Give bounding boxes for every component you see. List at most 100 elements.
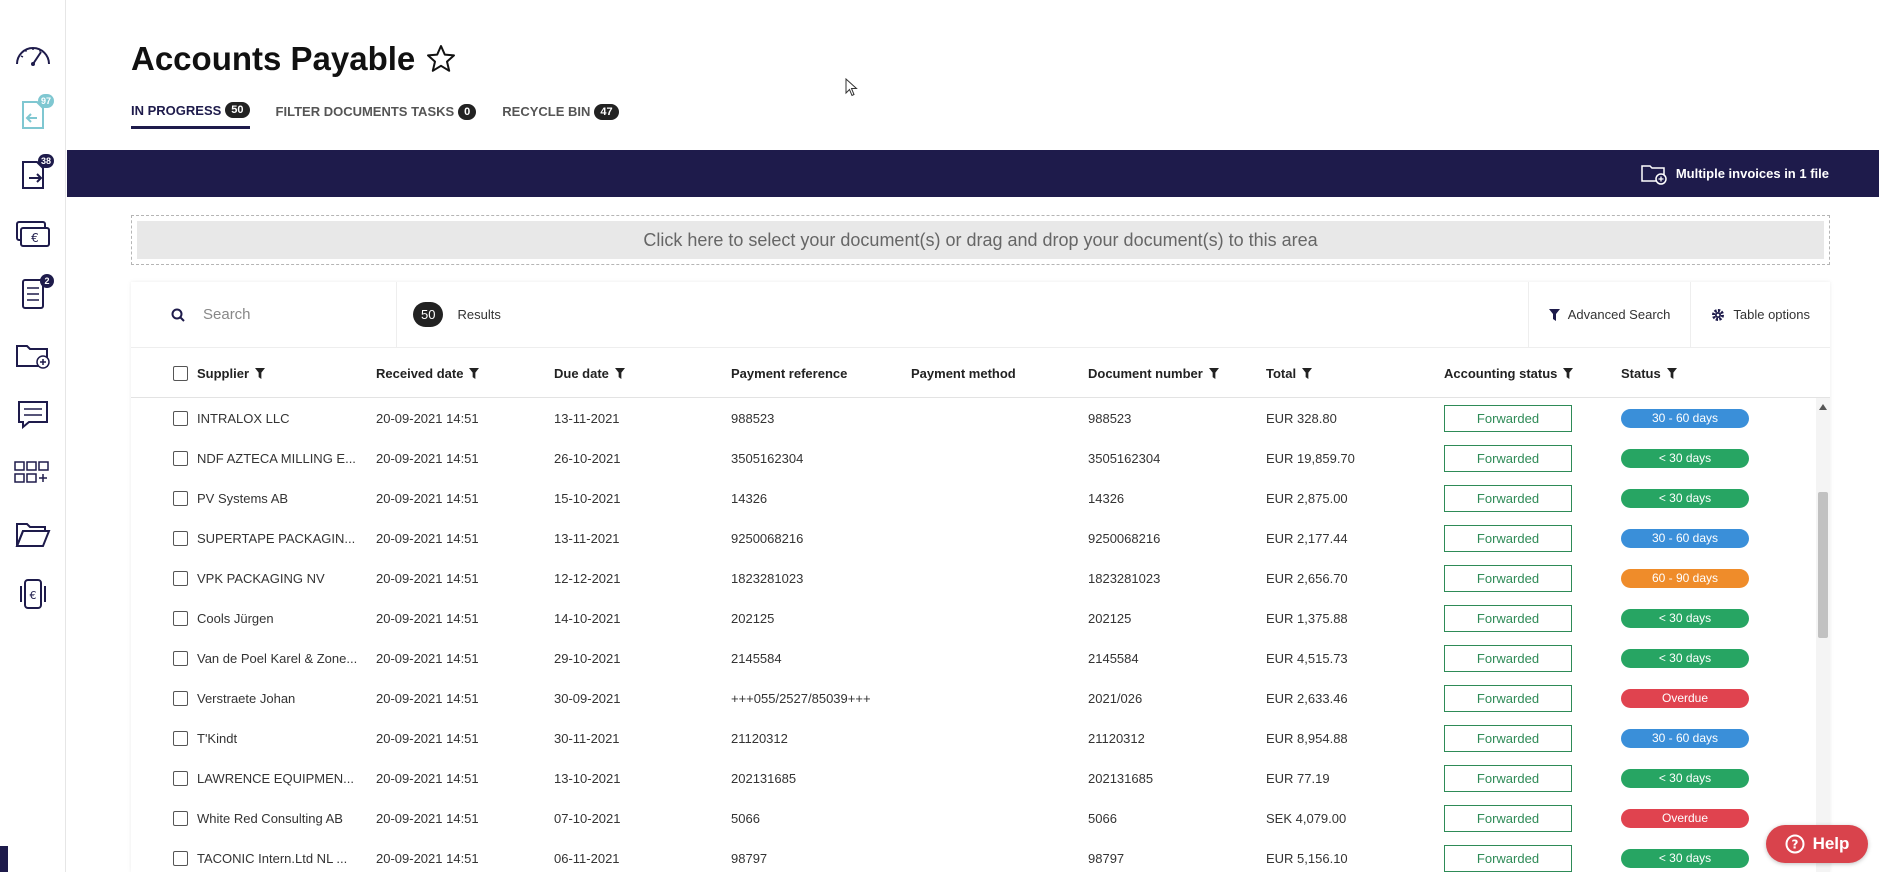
total-cell: SEK 4,079.00 bbox=[1266, 810, 1347, 826]
row-checkbox[interactable] bbox=[173, 770, 188, 786]
sidebar-item-dashboard[interactable] bbox=[8, 32, 58, 76]
accounting-status-badge[interactable]: Forwarded bbox=[1444, 724, 1572, 752]
scrollbar-thumb[interactable] bbox=[1818, 492, 1828, 638]
payment-reference-cell: 9250068216 bbox=[731, 530, 804, 546]
filter-icon[interactable] bbox=[1666, 367, 1677, 379]
accounting-status-badge[interactable]: Forwarded bbox=[1444, 684, 1572, 712]
row-checkbox[interactable] bbox=[173, 570, 188, 586]
column-total[interactable]: Total bbox=[1266, 348, 1313, 398]
accounting-status-badge[interactable]: Forwarded bbox=[1444, 644, 1572, 672]
accounting-status-badge[interactable]: Forwarded bbox=[1444, 564, 1572, 592]
sidebar-item-folder-add[interactable] bbox=[8, 332, 58, 376]
search-input[interactable] bbox=[203, 306, 363, 323]
sidebar-item-payments[interactable]: € bbox=[8, 212, 58, 256]
column-supplier[interactable]: Supplier bbox=[197, 348, 266, 398]
table-row[interactable]: LAWRENCE EQUIPMEN... 20-09-2021 14:51 13-1… bbox=[131, 758, 1812, 798]
accounting-status-badge[interactable]: Forwarded bbox=[1444, 844, 1572, 872]
row-checkbox[interactable] bbox=[173, 410, 188, 426]
row-checkbox[interactable] bbox=[173, 530, 188, 546]
column-label: Due date bbox=[554, 365, 609, 381]
tab-label: FILTER DOCUMENTS TASKS bbox=[275, 104, 455, 119]
help-button[interactable]: ? Help bbox=[1766, 825, 1868, 863]
column-received-date[interactable]: Received date bbox=[376, 348, 480, 398]
accounting-status-cell: Forwarded bbox=[1444, 478, 1572, 518]
accounting-status-badge[interactable]: Forwarded bbox=[1444, 404, 1572, 432]
filter-icon[interactable] bbox=[614, 367, 625, 379]
upload-dropzone[interactable]: Click here to select your document(s) or… bbox=[131, 215, 1830, 265]
table-row[interactable]: INTRALOX LLC 20-09-2021 14:51 13-11-2021 98… bbox=[131, 398, 1812, 438]
row-checkbox[interactable] bbox=[173, 850, 188, 866]
accounting-status-badge[interactable]: Forwarded bbox=[1444, 444, 1572, 472]
accounting-status-badge[interactable]: Forwarded bbox=[1444, 804, 1572, 832]
table-row[interactable]: Cools Jürgen 20-09-2021 14:51 14-10-2021 20… bbox=[131, 598, 1812, 638]
payment-reference-cell: 5066 bbox=[731, 810, 760, 826]
sidebar-item-euro-phone[interactable]: € bbox=[8, 572, 58, 616]
document-number-cell: 202131685 bbox=[1088, 770, 1154, 786]
table-row[interactable]: T'Kindt 20-09-2021 14:51 30-11-2021 2112031… bbox=[131, 718, 1812, 758]
row-checkbox[interactable] bbox=[173, 610, 188, 626]
table-options-button[interactable]: Table options bbox=[1690, 282, 1830, 347]
sidebar-item-messages[interactable] bbox=[8, 392, 58, 436]
tab-recycle-bin[interactable]: RECYCLE BIN 47 bbox=[502, 102, 619, 129]
table-row[interactable]: PV Systems AB 20-09-2021 14:51 15-10-2021 1… bbox=[131, 478, 1812, 518]
filter-icon[interactable] bbox=[255, 367, 266, 379]
sidebar-item-apps[interactable] bbox=[8, 452, 58, 496]
table-row[interactable]: Verstraete Johan 20-09-2021 14:51 30-09-20… bbox=[131, 678, 1812, 718]
row-checkbox[interactable] bbox=[173, 650, 188, 666]
column-due-date[interactable]: Due date bbox=[554, 348, 625, 398]
column-status[interactable]: Status bbox=[1621, 348, 1677, 398]
status-badge: < 30 days bbox=[1621, 488, 1749, 508]
row-checkbox[interactable] bbox=[173, 490, 188, 506]
filter-icon[interactable] bbox=[1208, 367, 1219, 379]
status-cell: 30 - 60 days bbox=[1621, 718, 1749, 758]
document-number-cell: 2145584 bbox=[1088, 650, 1139, 666]
table-row[interactable]: TACONIC Intern.Ltd NL ... 20-09-2021 14:5… bbox=[131, 838, 1812, 872]
accounting-status-badge[interactable]: Forwarded bbox=[1444, 524, 1572, 552]
accounting-status-badge[interactable]: Forwarded bbox=[1444, 484, 1572, 512]
multiple-invoices-label: Multiple invoices in 1 file bbox=[1675, 166, 1829, 181]
column-payment-method[interactable]: Payment method bbox=[911, 348, 1016, 398]
row-select-cell bbox=[173, 798, 188, 838]
accounting-status-cell: Forwarded bbox=[1444, 598, 1572, 638]
favorite-star-icon[interactable] bbox=[425, 43, 457, 75]
advanced-search-button[interactable]: Advanced Search bbox=[1527, 282, 1691, 347]
row-checkbox[interactable] bbox=[173, 450, 188, 466]
accounting-status-badge[interactable]: Forwarded bbox=[1444, 604, 1572, 632]
status-cell: Overdue bbox=[1621, 678, 1749, 718]
tab-filter-documents-tasks[interactable]: FILTER DOCUMENTS TASKS 0 bbox=[276, 102, 477, 129]
column-payment-reference[interactable]: Payment reference bbox=[731, 348, 847, 398]
table-row[interactable]: White Red Consulting AB 20-09-2021 14:51 0… bbox=[131, 798, 1812, 838]
table-row[interactable]: Van de Poel Karel & Zone... 20-09-2021 14… bbox=[131, 638, 1812, 678]
filter-icon[interactable] bbox=[1302, 367, 1313, 379]
table-row[interactable]: NDF AZTECA MILLING E... 20-09-2021 14:51 2… bbox=[131, 438, 1812, 478]
select-all-cell bbox=[173, 348, 188, 398]
accounting-status-badge[interactable]: Forwarded bbox=[1444, 764, 1572, 792]
column-label: Accounting status bbox=[1444, 365, 1558, 381]
row-select-cell bbox=[173, 398, 188, 438]
column-accounting-status[interactable]: Accounting status bbox=[1444, 348, 1574, 398]
row-checkbox[interactable] bbox=[173, 730, 188, 746]
sidebar-item-tasks[interactable]: 2 bbox=[8, 272, 58, 316]
sidebar-item-folder[interactable] bbox=[8, 512, 58, 556]
filter-icon[interactable] bbox=[469, 367, 480, 379]
row-checkbox[interactable] bbox=[173, 690, 188, 706]
dropzone-text[interactable]: Click here to select your document(s) or… bbox=[137, 221, 1824, 259]
table-row[interactable]: VPK PACKAGING NV 20-09-2021 14:51 12-12-20… bbox=[131, 558, 1812, 598]
sidebar-item-outgoing[interactable]: 38 bbox=[8, 152, 58, 196]
row-checkbox[interactable] bbox=[173, 810, 188, 826]
scroll-up-arrow-icon[interactable] bbox=[1819, 404, 1827, 410]
payment-reference-cell: 21120312 bbox=[731, 730, 788, 746]
help-label: Help bbox=[1812, 834, 1850, 853]
sidebar-item-incoming[interactable]: 97 bbox=[8, 92, 58, 136]
filter-icon[interactable] bbox=[1563, 367, 1574, 379]
svg-text:€: € bbox=[31, 231, 39, 245]
column-document-number[interactable]: Document number bbox=[1088, 348, 1219, 398]
tab-in-progress[interactable]: IN PROGRESS 50 bbox=[131, 102, 250, 129]
payment-reference-cell: 202125 bbox=[731, 610, 775, 626]
multiple-invoices-button[interactable]: Multiple invoices in 1 file bbox=[1640, 163, 1829, 185]
table-row[interactable]: SUPERTAPE PACKAGIN... 20-09-2021 14:51 13-… bbox=[131, 518, 1812, 558]
status-cell: 60 - 90 days bbox=[1621, 558, 1749, 598]
select-all-checkbox[interactable] bbox=[173, 365, 188, 381]
tabs: IN PROGRESS 50 FILTER DOCUMENTS TASKS 0 … bbox=[131, 102, 619, 129]
table-scrollbar[interactable] bbox=[1816, 398, 1830, 872]
